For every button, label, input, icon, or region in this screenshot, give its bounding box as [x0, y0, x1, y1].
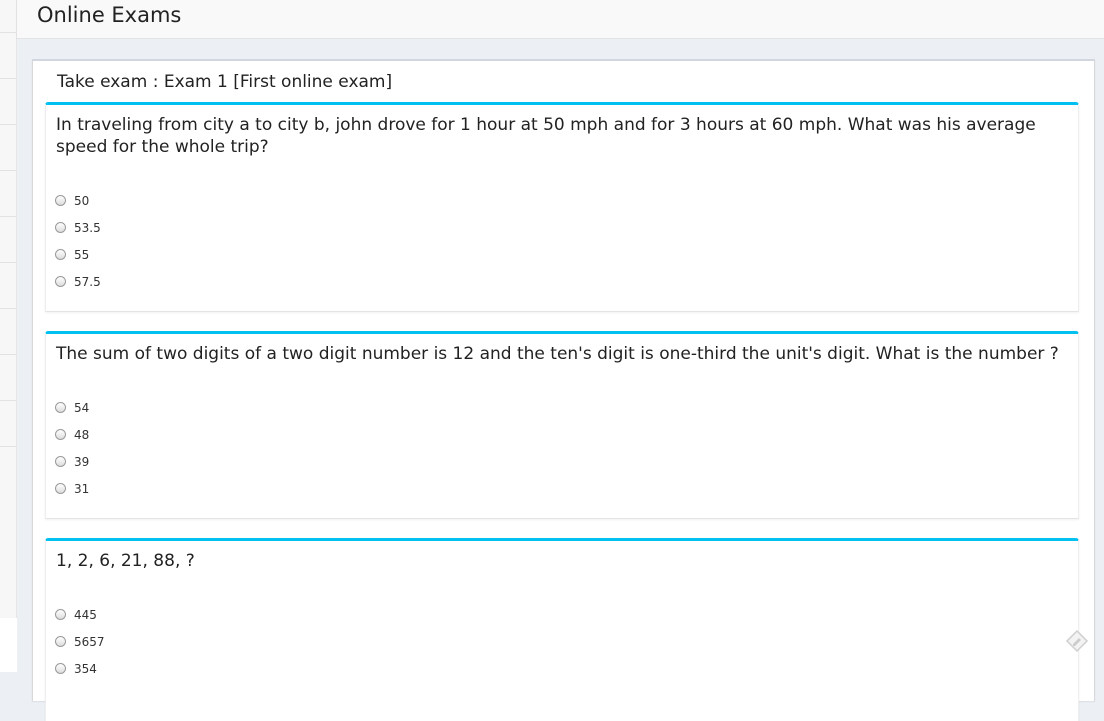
answer-option[interactable]: 53.5 — [55, 214, 101, 241]
question-card: In traveling from city a to city b, john… — [45, 102, 1079, 312]
radio-button[interactable] — [55, 222, 66, 233]
radio-button[interactable] — [55, 249, 66, 260]
option-label: 48 — [74, 427, 90, 442]
option-label: 354 — [74, 661, 97, 676]
edit-icon[interactable] — [1064, 628, 1090, 654]
option-label: 5657 — [74, 634, 105, 649]
sidebar-divider — [0, 446, 16, 447]
option-label: 55 — [74, 247, 90, 262]
question-text: 1, 2, 6, 21, 88, ? — [56, 551, 195, 571]
radio-button[interactable] — [55, 663, 66, 674]
question-text: In traveling from city a to city b, john… — [56, 115, 1036, 157]
radio-button[interactable] — [55, 276, 66, 287]
answer-option[interactable]: 48 — [55, 421, 89, 448]
answer-option[interactable]: 31 — [55, 475, 89, 502]
sidebar-divider — [0, 78, 16, 79]
radio-button[interactable] — [55, 195, 66, 206]
answer-option[interactable]: 50 — [55, 187, 101, 214]
answer-options: 445 5657 354 — [55, 601, 105, 682]
page-title: Online Exams — [37, 3, 182, 27]
radio-button[interactable] — [55, 402, 66, 413]
option-label: 54 — [74, 400, 90, 415]
option-label: 39 — [74, 454, 90, 469]
option-label: 57.5 — [74, 274, 101, 289]
answer-option[interactable]: 39 — [55, 448, 89, 475]
option-label: 31 — [74, 481, 90, 496]
sidebar-footer — [0, 618, 17, 672]
edit-icon-glyph — [1065, 629, 1089, 653]
radio-button[interactable] — [55, 483, 66, 494]
answer-options: 54 48 39 31 — [55, 394, 89, 502]
sidebar-divider — [0, 308, 16, 309]
question-card: The sum of two digits of a two digit num… — [45, 331, 1079, 519]
sidebar-divider — [0, 400, 16, 401]
sidebar-divider — [0, 262, 16, 263]
answer-option[interactable]: 55 — [55, 241, 101, 268]
answer-option[interactable]: 5657 — [55, 628, 105, 655]
answer-option[interactable]: 54 — [55, 394, 89, 421]
radio-button[interactable] — [55, 456, 66, 467]
answer-option[interactable]: 445 — [55, 601, 105, 628]
sidebar — [0, 0, 17, 618]
radio-button[interactable] — [55, 609, 66, 620]
sidebar-divider — [0, 124, 16, 125]
exam-title: Take exam : Exam 1 [First online exam] — [57, 72, 393, 92]
radio-button[interactable] — [55, 429, 66, 440]
option-label: 50 — [74, 193, 90, 208]
sidebar-divider — [0, 216, 16, 217]
question-text: The sum of two digits of a two digit num… — [56, 344, 1059, 364]
radio-button[interactable] — [55, 636, 66, 647]
answer-options: 50 53.5 55 57.5 — [55, 187, 101, 295]
exam-box: Take exam : Exam 1 [First online exam] I… — [32, 59, 1095, 721]
sidebar-divider — [0, 170, 16, 171]
content-area: Take exam : Exam 1 [First online exam] I… — [17, 39, 1104, 721]
sidebar-divider — [0, 354, 16, 355]
option-label: 53.5 — [74, 220, 101, 235]
answer-option[interactable]: 354 — [55, 655, 105, 682]
page-header: Online Exams — [17, 0, 1104, 39]
option-label: 445 — [74, 607, 97, 622]
question-card: 1, 2, 6, 21, 88, ? 445 5657 354 — [45, 538, 1079, 721]
sidebar-divider — [0, 32, 16, 33]
answer-option[interactable]: 57.5 — [55, 268, 101, 295]
